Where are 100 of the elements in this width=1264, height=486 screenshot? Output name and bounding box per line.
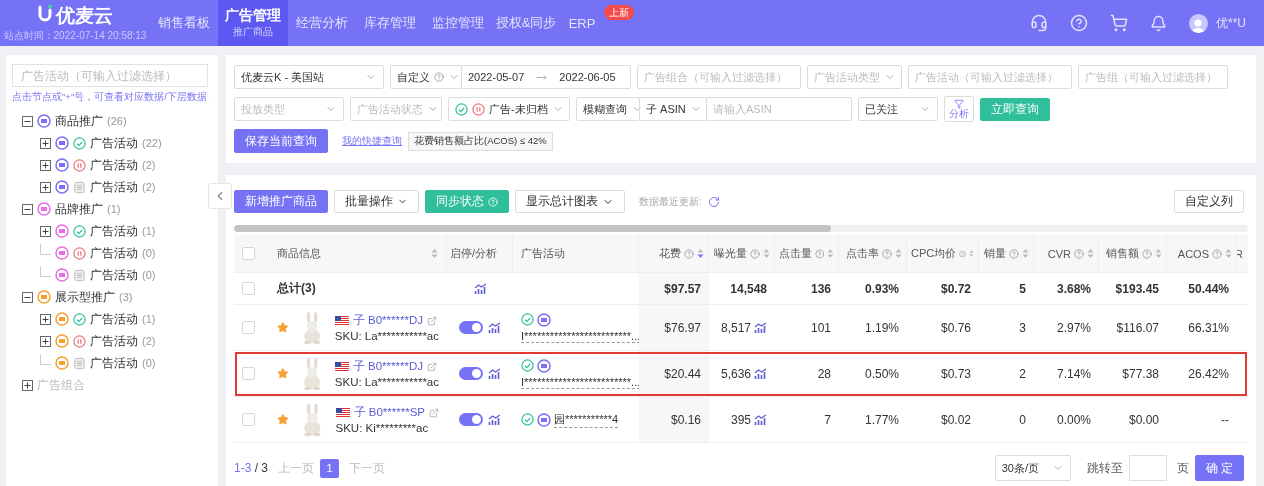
filter-icon[interactable] xyxy=(954,99,964,109)
table-cell: 2 xyxy=(1019,366,1026,381)
sort-icon[interactable] xyxy=(1087,248,1094,259)
node-count: (1) xyxy=(142,225,156,237)
node-count: (2) xyxy=(142,335,156,347)
expand-icon[interactable] xyxy=(40,181,51,193)
logo-icon[interactable] xyxy=(37,4,52,22)
tree-node-label[interactable]: 广告活动 xyxy=(90,222,138,240)
tree-node-label[interactable]: 广告活动 xyxy=(90,134,138,152)
trend-chart-icon[interactable] xyxy=(754,413,767,426)
asin-link[interactable]: 子 B0******SP xyxy=(353,405,425,420)
tree-node-label[interactable]: 广告活动 xyxy=(90,354,138,372)
node-count: (1) xyxy=(142,313,156,325)
checkbox[interactable] xyxy=(242,247,255,260)
batch-button[interactable]: 批量操作 xyxy=(334,190,419,213)
tree-node-label[interactable]: 广告活动 xyxy=(90,266,138,284)
save-query-button[interactable]: 保存当前查询 xyxy=(234,129,328,153)
column-header: 销售额 xyxy=(1106,246,1139,261)
help-icon[interactable] xyxy=(1070,14,1088,32)
trend-chart-icon[interactable] xyxy=(754,321,767,334)
tree-node-label[interactable]: 广告活动 xyxy=(90,178,138,196)
node-count: (0) xyxy=(142,247,156,259)
sort-icon[interactable] xyxy=(827,248,834,259)
column-header: ACOS xyxy=(1177,247,1209,260)
sort-icon[interactable] xyxy=(1155,248,1162,259)
node-count: (26) xyxy=(107,115,127,127)
support-icon[interactable] xyxy=(1030,14,1048,32)
trend-chart-icon[interactable] xyxy=(488,413,501,426)
trend-chart-icon[interactable] xyxy=(754,367,767,380)
custom-columns-button[interactable]: 自定义列 xyxy=(1174,190,1244,213)
star-icon[interactable] xyxy=(277,321,289,334)
tree-node-label[interactable]: 广告活动 xyxy=(90,332,138,350)
checkbox[interactable] xyxy=(242,413,255,426)
trend-chart-icon[interactable] xyxy=(488,321,501,334)
expand-icon[interactable] xyxy=(40,225,51,237)
tree-node-label[interactable]: 广告活动 xyxy=(90,244,138,262)
campaign-name[interactable]: 园***********4 xyxy=(554,411,619,428)
date-range-field[interactable]: 2022-05-07 2022-06-05 xyxy=(461,65,631,89)
sort-icon[interactable] xyxy=(763,248,770,259)
quick-query-link[interactable]: 我的快捷查询 xyxy=(342,134,402,148)
confirm-button[interactable]: 确 定 xyxy=(1194,455,1244,481)
page-number-button[interactable]: 1 xyxy=(320,458,340,478)
match-mode-select[interactable]: 模糊查询 xyxy=(576,97,640,121)
sort-icon[interactable] xyxy=(969,248,974,259)
logo[interactable]: 优麦云 xyxy=(55,5,113,26)
tree-node-label[interactable]: 展示型推广 xyxy=(55,288,115,306)
nav-tab[interactable]: 广告管理 推广商品 xyxy=(218,0,288,46)
sort-icon[interactable] xyxy=(1225,248,1232,259)
node-count: (0) xyxy=(142,357,156,369)
tree-node-label[interactable]: 广告活动 xyxy=(90,310,138,328)
collapse-icon[interactable] xyxy=(22,291,33,303)
analyze-button[interactable]: 分析 xyxy=(944,96,974,122)
filter-tag[interactable]: 花费销售额占比(ACOS) ≤ 42% xyxy=(408,131,553,151)
expand-icon[interactable] xyxy=(40,137,51,149)
star-icon[interactable] xyxy=(277,367,289,380)
table-cell: $76.97 xyxy=(664,320,701,335)
tree-node-label[interactable]: 广告活动 xyxy=(90,156,138,174)
sort-icon[interactable] xyxy=(697,248,704,259)
sort-icon[interactable] xyxy=(431,248,438,259)
external-link-icon[interactable] xyxy=(429,407,439,418)
show-chart-button[interactable]: 显示总计图表 xyxy=(515,190,625,213)
checkbox[interactable] xyxy=(242,321,255,334)
expand-icon[interactable] xyxy=(40,159,51,171)
horizontal-scrollbar[interactable] xyxy=(234,225,1248,232)
toggle-switch[interactable] xyxy=(459,413,483,426)
status-select[interactable]: 广告-未归档 xyxy=(448,97,570,121)
asin-link[interactable]: 子 B0******DJ xyxy=(352,313,423,328)
bell-icon[interactable] xyxy=(1150,14,1167,32)
trend-chart-icon[interactable] xyxy=(488,367,501,380)
checkbox[interactable] xyxy=(242,367,255,380)
sort-icon[interactable] xyxy=(1022,248,1029,259)
external-link-icon[interactable] xyxy=(426,361,437,372)
checkbox[interactable] xyxy=(242,282,255,295)
add-product-button[interactable]: 新增推广商品 xyxy=(234,190,328,213)
search-field[interactable]: 广告活动（可输入过滤选择） xyxy=(12,64,208,87)
external-link-icon[interactable] xyxy=(426,315,437,326)
asin-input[interactable]: 请输入ASIN xyxy=(706,97,852,121)
toggle-switch[interactable] xyxy=(459,367,483,380)
toggle-switch[interactable] xyxy=(459,321,483,334)
asin-link[interactable]: 子 B0******DJ xyxy=(352,359,423,374)
page-input[interactable] xyxy=(1128,455,1167,481)
expand-icon[interactable] xyxy=(40,335,51,347)
page-size-select[interactable]: 30条/页 xyxy=(994,455,1071,481)
trend-chart-icon[interactable] xyxy=(473,282,487,295)
collapse-icon[interactable] xyxy=(22,203,33,215)
ad-type-icon xyxy=(55,312,69,326)
expand-icon[interactable] xyxy=(40,313,51,325)
select-field[interactable]: 优麦云K - 美国站 xyxy=(234,65,384,89)
avatar-icon[interactable] xyxy=(1189,13,1208,33)
star-icon[interactable] xyxy=(277,413,289,426)
column-header: 点击率 xyxy=(846,246,879,261)
tree-node-label[interactable]: 品牌推广 xyxy=(55,200,103,218)
collapse-sidebar-button[interactable] xyxy=(208,183,232,209)
tree-node-label[interactable]: 商品推广 xyxy=(55,112,103,130)
cart-icon[interactable] xyxy=(1110,14,1128,32)
date-mode-select[interactable]: 自定义 xyxy=(390,65,462,89)
collapse-icon[interactable] xyxy=(22,115,33,127)
select-field[interactable]: 已关注 xyxy=(858,97,938,121)
sort-icon[interactable] xyxy=(895,248,902,259)
refresh-icon[interactable] xyxy=(707,195,720,208)
